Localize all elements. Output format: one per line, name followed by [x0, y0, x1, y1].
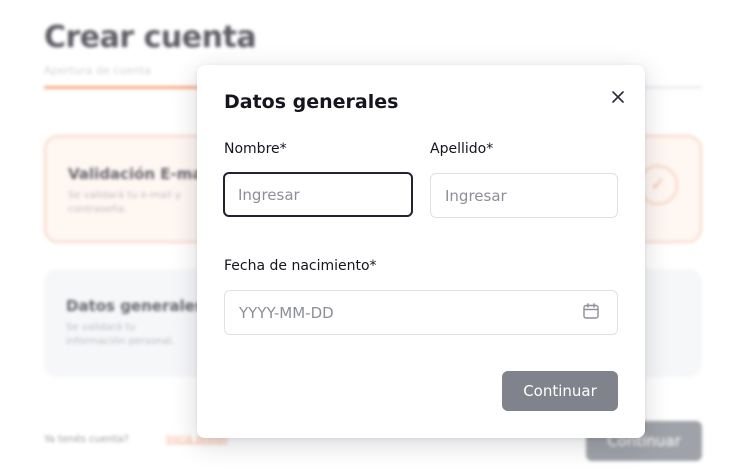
modal-title: Datos generales [224, 91, 399, 113]
continue-button[interactable]: Continuar [502, 371, 618, 411]
page: Crear cuenta Apertura de cuenta Validaci… [0, 0, 739, 471]
apellido-input[interactable] [430, 173, 618, 218]
datos-generales-modal: Datos generales Nombre* Apellido* Fecha … [197, 65, 645, 438]
apellido-label: Apellido* [430, 141, 494, 157]
fecha-nacimiento-label: Fecha de nacimiento* [224, 258, 377, 274]
nombre-label: Nombre* [224, 141, 287, 157]
calendar-icon[interactable] [582, 302, 600, 320]
close-button[interactable] [605, 81, 631, 107]
nombre-input[interactable] [223, 172, 413, 217]
fecha-nacimiento-input[interactable] [224, 290, 618, 335]
close-icon [612, 91, 624, 103]
